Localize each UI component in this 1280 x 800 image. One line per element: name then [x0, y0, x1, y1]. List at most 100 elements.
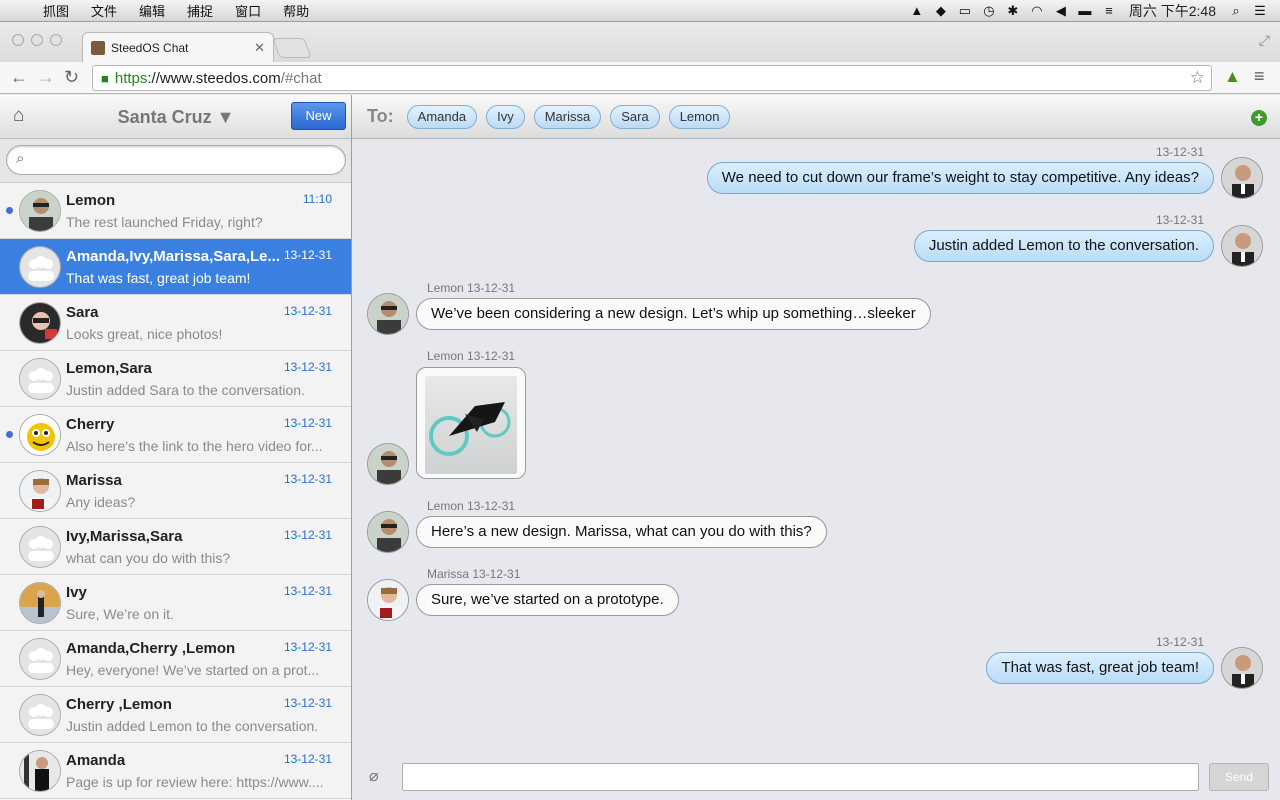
add-recipient-icon[interactable]: + [1251, 110, 1267, 126]
dropbox-icon[interactable]: ◆ [929, 0, 953, 22]
tab-title: SteedOS Chat [111, 40, 189, 55]
bluetooth-icon[interactable]: ✱ [1001, 0, 1025, 22]
chat-pane: To: Amanda Ivy Marissa Sara Lemon + 13-1… [352, 95, 1280, 800]
chrome-menu-icon[interactable]: ≡ [1254, 66, 1265, 87]
conversation-name: Lemon [66, 192, 116, 209]
search-input[interactable] [6, 145, 346, 175]
lock-icon: ■ [101, 70, 109, 86]
recipient-chip-amanda[interactable]: Amanda [406, 104, 478, 129]
conversation-name: Marissa [66, 472, 122, 489]
avatar-justin [1221, 157, 1263, 199]
minimize-window-button[interactable] [31, 34, 43, 46]
conversation-snippet: Any ideas? [66, 494, 136, 510]
reload-icon[interactable]: ↻ [64, 67, 79, 88]
menu-item-edit[interactable]: 编辑 [128, 1, 176, 20]
extension-android-icon[interactable]: ▲ [1224, 67, 1241, 87]
battery-status-icon[interactable]: ▭ [953, 0, 977, 22]
recipient-chip-marissa[interactable]: Marissa [533, 104, 602, 129]
new-tab-button[interactable] [272, 38, 312, 58]
new-conversation-button[interactable]: New [291, 102, 346, 130]
conversation-list: Lemon 11:10 The rest launched Friday, righ… [0, 183, 351, 799]
conversation-item[interactable]: Amanda 13-12-31 Page is up for review here… [0, 743, 351, 799]
spotlight-search-icon[interactable]: ⌕ [1224, 0, 1248, 22]
message-bubble-outgoing: That was fast, great job team! [986, 652, 1214, 684]
message-bubble-incoming: Sure, we’ve started on a prototype. [416, 584, 679, 616]
conversation-item[interactable]: Marissa 13-12-31 Any ideas? [0, 463, 351, 519]
favicon-icon [91, 40, 105, 55]
conversation-time: 13-12-31 [283, 472, 332, 486]
window-controls [12, 34, 62, 46]
zoom-window-button[interactable] [50, 34, 62, 46]
notification-center-icon[interactable]: ☰ [1248, 0, 1272, 22]
send-button[interactable]: Send [1209, 763, 1269, 791]
conversation-snippet: Page is up for review here: https://www.… [66, 774, 324, 790]
recipient-chip-lemon[interactable]: Lemon [668, 104, 731, 129]
conversation-item[interactable]: Amanda,Ivy,Marissa,Sara,Le... 13-12-31 Tha… [0, 239, 351, 295]
conversation-time: 13-12-31 [283, 248, 332, 262]
close-window-button[interactable] [12, 34, 24, 46]
conversation-time: 13-12-31 [283, 528, 332, 542]
conversation-item[interactable]: Ivy 13-12-31 Sure, We’re on it. [0, 575, 351, 631]
search-icon: ⌕ [16, 150, 25, 167]
message-bubble-outgoing: Justin added Lemon to the conversation. [913, 230, 1214, 262]
bookmark-star-icon[interactable]: ☆ [1190, 68, 1205, 88]
recipient-chip-sara[interactable]: Sara [610, 104, 660, 129]
conversation-name: Cherry ,Lemon [66, 696, 172, 713]
time-machine-icon[interactable]: ◷ [977, 0, 1001, 22]
paperclip-icon[interactable]: ⌀ [369, 766, 379, 786]
menu-item-window[interactable]: 窗口 [224, 1, 272, 20]
image-attachment[interactable] [416, 367, 526, 479]
conversation-snippet: Justin added Lemon to the conversation. [66, 718, 319, 734]
conversation-item[interactable]: Lemon 11:10 The rest launched Friday, righ… [0, 183, 351, 239]
conversation-time: 13-12-31 [283, 640, 332, 654]
conversation-time: 13-12-31 [283, 360, 332, 374]
battery-icon[interactable]: ▬ [1073, 0, 1097, 22]
wifi-icon[interactable]: ◠ [1025, 0, 1049, 22]
conversation-item[interactable]: Cherry ,Lemon 13-12-31 Justin added Lemon … [0, 687, 351, 743]
message-meta: 13-12-31 [1155, 213, 1204, 227]
address-bar[interactable]: ■ https ://www.steedos.com /#chat ☆ [92, 65, 1212, 91]
browser-tabstrip: SteedOS Chat ✕ ⤢ [0, 22, 1280, 62]
url-path: /#chat [280, 69, 322, 87]
conversation-avatar [19, 414, 61, 456]
message-meta: Lemon 13-12-31 [427, 349, 516, 363]
menu-item-file[interactable]: 文件 [80, 1, 128, 20]
menu-item-capture[interactable]: 抓图 [32, 1, 80, 20]
menu-item-help[interactable]: 帮助 [272, 1, 320, 20]
avatar-lemon [367, 443, 409, 485]
avatar-lemon [367, 293, 409, 335]
conversation-avatar [19, 694, 61, 736]
message-input[interactable] [402, 763, 1199, 791]
menubar-clock[interactable]: 周六 下午2:48 [1121, 1, 1224, 21]
close-tab-icon[interactable]: ✕ [254, 40, 265, 56]
volume-icon[interactable]: ◀ [1049, 0, 1073, 22]
message-composer: ⌀ Send [352, 749, 1280, 800]
conversation-item[interactable]: Lemon,Sara 13-12-31 Justin added Sara to t… [0, 351, 351, 407]
drive-icon[interactable]: ▲ [905, 0, 929, 22]
fullscreen-icon[interactable]: ⤢ [1259, 32, 1270, 49]
recipient-chip-ivy[interactable]: Ivy [486, 104, 525, 129]
conversation-snippet: Justin added Sara to the conversation. [66, 382, 305, 398]
conversation-avatar [19, 750, 61, 792]
conversation-item[interactable]: Cherry 13-12-31 Also here’s the link to th… [0, 407, 351, 463]
conversation-snippet: The rest launched Friday, right? [66, 214, 263, 230]
tab-steedos-chat[interactable]: SteedOS Chat ✕ [82, 32, 274, 62]
flag-icon[interactable]: ≡ [1097, 0, 1121, 22]
bicycle-photo [425, 376, 517, 474]
conversation-time: 13-12-31 [283, 584, 332, 598]
conversation-name: Ivy,Marissa,Sara [66, 528, 183, 545]
message-bubble-outgoing: We need to cut down our frame’s weight t… [706, 162, 1214, 194]
conversation-time: 13-12-31 [283, 304, 332, 318]
browser-toolbar: ← → ↻ ■ https ://www.steedos.com /#chat … [0, 62, 1280, 94]
conversation-name: Lemon,Sara [66, 360, 152, 377]
url-host: ://www.steedos.com [147, 69, 281, 87]
conversation-avatar [19, 190, 61, 232]
back-icon[interactable]: ← [10, 67, 28, 88]
forward-icon[interactable]: → [37, 67, 55, 88]
conversation-item[interactable]: Sara 13-12-31 Looks great, nice photos! [0, 295, 351, 351]
menu-item-grab[interactable]: 捕捉 [176, 1, 224, 20]
sidebar-header: ⌂ Santa Cruz ▼ New [0, 95, 351, 139]
message-bubble-incoming: Here’s a new design. Marissa, what can y… [416, 516, 827, 548]
conversation-item[interactable]: Ivy,Marissa,Sara 13-12-31 what can you do … [0, 519, 351, 575]
conversation-item[interactable]: Amanda,Cherry ,Lemon 13-12-31 Hey, everyon… [0, 631, 351, 687]
